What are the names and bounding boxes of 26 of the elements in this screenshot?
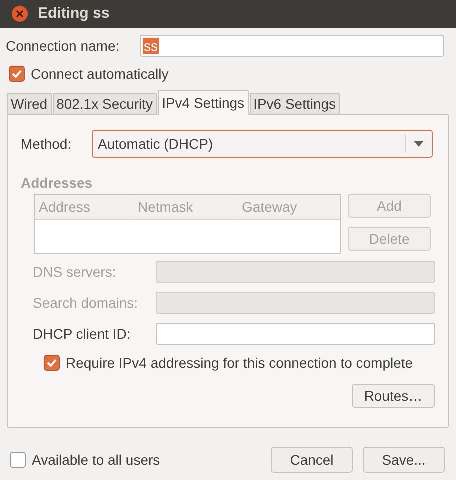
tab[interactable]: 802.1x Security (52, 93, 158, 114)
checkbox[interactable] (9, 66, 25, 82)
window-title: Editing ss (38, 4, 110, 24)
tab[interactable]: IPv4 Settings (158, 90, 249, 115)
method-dropdown[interactable]: Automatic (DHCP) (92, 130, 433, 158)
checkbox[interactable] (44, 355, 60, 371)
section-heading: Addresses (21, 174, 94, 191)
checkbox-label: Connect automatically (31, 64, 169, 84)
selected-text: ss (143, 38, 159, 54)
close-icon[interactable] (12, 6, 28, 22)
check-icon (46, 357, 58, 369)
checkbox[interactable] (10, 452, 26, 468)
button[interactable]: Cancel (271, 447, 353, 473)
button[interactable]: Save... (363, 447, 445, 473)
routes-button[interactable]: Routes… (352, 384, 435, 408)
field-label: DHCP client ID: (33, 324, 132, 344)
field-label: DNS servers: (33, 262, 118, 282)
checkbox-label: Available to all users (32, 450, 160, 470)
tab[interactable]: IPv6 Settings (250, 93, 340, 114)
check-icon (11, 68, 23, 80)
tab[interactable]: Wired (7, 93, 52, 114)
checkbox-label: Require IPv4 addressing for this connection to complete (66, 354, 414, 373)
input-field[interactable] (156, 323, 435, 345)
field-label: Connection name: (6, 36, 121, 56)
field-label: Method: (21, 134, 73, 154)
field-label: Search domains: (33, 294, 140, 312)
